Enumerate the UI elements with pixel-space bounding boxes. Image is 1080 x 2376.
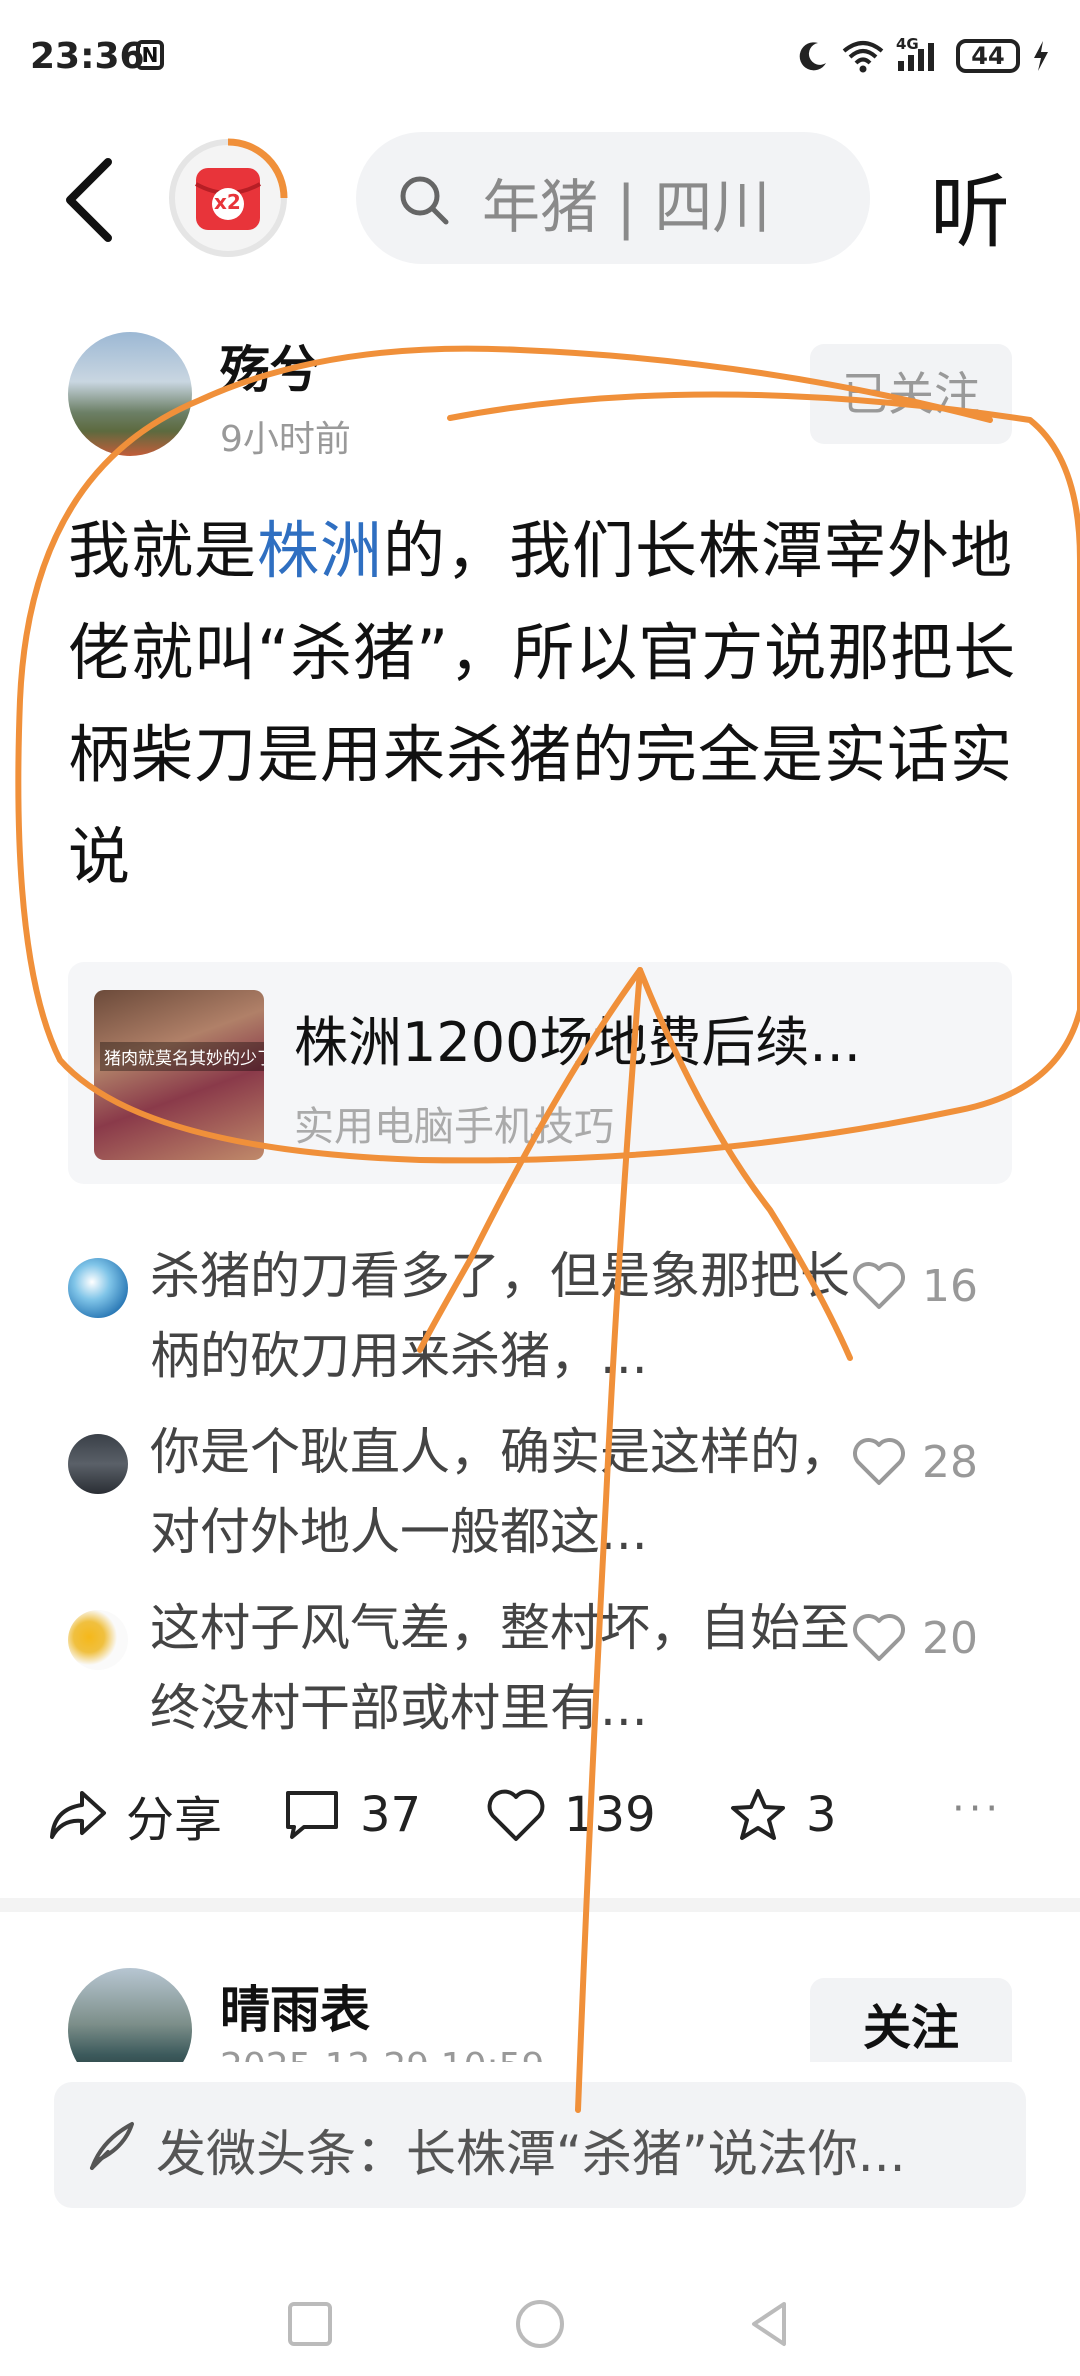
article-source: 实用电脑手机技巧: [294, 1104, 614, 1150]
status-icons: 4G 44: [796, 35, 1050, 76]
article-thumbnail: 猪肉就莫名其妙的少了一半: [94, 990, 264, 1160]
back-icon[interactable]: [50, 150, 130, 250]
like-button[interactable]: 139: [486, 1780, 656, 1850]
recents-icon[interactable]: [280, 2294, 340, 2354]
system-nav-bar: [0, 2270, 1080, 2376]
favorite-count: 3: [806, 1787, 837, 1843]
author-name[interactable]: 殇兮: [220, 330, 320, 402]
favorite-button[interactable]: 3: [728, 1780, 837, 1850]
heart-icon: [853, 1614, 905, 1661]
reward-button[interactable]: x2: [166, 136, 290, 260]
comment-item[interactable]: 你是个耿直人，确实是这样的，对付外地人一般都这... 28: [68, 1412, 1012, 1562]
search-icon: [400, 176, 449, 225]
comment-item[interactable]: 这村子风气差，整村坏，自始至终没村干部或村里有... 20: [68, 1588, 1012, 1738]
home-icon[interactable]: [510, 2294, 570, 2354]
followed-button[interactable]: 已关注: [810, 344, 1012, 444]
comment-text: 你是个耿直人，确实是这样的，对付外地人一般都这...: [150, 1423, 850, 1561]
next-post-time: 2025-12-29 10:59: [220, 2046, 544, 2062]
comment-like-button[interactable]: 20: [852, 1608, 978, 1668]
compose-prompt: 发微头条：长株潭“杀猪”说法你...: [156, 2125, 906, 2183]
search-fade: [780, 132, 870, 264]
author-avatar[interactable]: [68, 332, 192, 456]
more-options-button[interactable]: ···: [952, 1786, 1002, 1832]
reward-multiplier: x2: [214, 190, 241, 214]
charging-icon: [1034, 41, 1048, 71]
like-count: 139: [564, 1787, 656, 1843]
section-divider: [0, 1898, 1080, 1912]
comment-item[interactable]: 杀猪的刀看多了，但是象那把长柄的砍刀用来杀猪，... 16: [68, 1236, 1012, 1386]
comment-count: 37: [360, 1787, 422, 1843]
heart-icon: [853, 1438, 905, 1485]
star-icon: [731, 1789, 785, 1840]
search-bar[interactable]: 年猪 | 四川: [356, 132, 870, 264]
next-post-header: 晴雨表 2025-12-29 10:59 关注: [0, 1912, 1080, 2062]
post-action-bar: 分享 37 139 3 ···: [0, 1760, 1080, 1870]
comment-button[interactable]: 37: [282, 1780, 421, 1850]
feather-pen-icon: [90, 2122, 134, 2170]
wifi-icon: [842, 41, 884, 73]
nfc-icon: N: [136, 40, 164, 70]
heart-icon: [487, 1789, 545, 1841]
comment-icon: [286, 1791, 338, 1839]
back-nav-icon[interactable]: [740, 2294, 800, 2354]
listen-button[interactable]: 听: [930, 148, 1010, 264]
thumbnail-caption: 猪肉就莫名其妙的少了一半: [100, 1042, 264, 1071]
next-author-name[interactable]: 晴雨表: [220, 1970, 370, 2042]
post-body[interactable]: 我就是株洲的，我们长株潭宰外地佬就叫“杀猪”，所以官方说那把长柄柴刀是用来杀猪的…: [68, 500, 1018, 908]
battery-icon: 44: [956, 39, 1020, 73]
comment-like-button[interactable]: 16: [852, 1256, 978, 1316]
post-time: 9小时前: [220, 419, 351, 460]
follow-button[interactable]: 关注: [810, 1978, 1012, 2062]
cellular-icon: 4G: [896, 35, 944, 73]
status-time: 23:36: [30, 36, 145, 77]
top-nav: x2 年猪 | 四川 听: [0, 120, 1080, 270]
comment-like-count: 28: [922, 1436, 978, 1488]
linked-article-card[interactable]: 猪肉就莫名其妙的少了一半 株洲1200场地费后续... 实用电脑手机技巧: [68, 962, 1012, 1184]
post-text-start: 我就是: [68, 514, 258, 587]
next-author-avatar[interactable]: [68, 1968, 192, 2062]
comment-like-button[interactable]: 28: [852, 1432, 978, 1492]
moon-icon: [799, 42, 826, 71]
status-bar: 23:36 N 4G 44: [0, 0, 1080, 120]
compose-bar[interactable]: 发微头条：长株潭“杀猪”说法你...: [54, 2082, 1026, 2208]
comment-like-count: 16: [922, 1260, 978, 1312]
topic-link[interactable]: 株洲: [257, 514, 383, 587]
article-title: 株洲1200场地费后续...: [294, 1011, 861, 1074]
share-label: 分享: [126, 1792, 223, 1848]
heart-icon: [853, 1262, 905, 1309]
commenter-avatar[interactable]: [68, 1434, 128, 1494]
comment-like-count: 20: [922, 1612, 978, 1664]
share-icon: [50, 1791, 106, 1839]
commenter-avatar[interactable]: [68, 1610, 128, 1670]
commenter-avatar[interactable]: [68, 1258, 128, 1318]
share-button[interactable]: 分享: [48, 1780, 222, 1850]
comment-text: 杀猪的刀看多了，但是象那把长柄的砍刀用来杀猪，...: [150, 1247, 850, 1385]
comment-text: 这村子风气差，整村坏，自始至终没村干部或村里有...: [150, 1599, 850, 1737]
search-query: 年猪 | 四川: [482, 173, 771, 241]
